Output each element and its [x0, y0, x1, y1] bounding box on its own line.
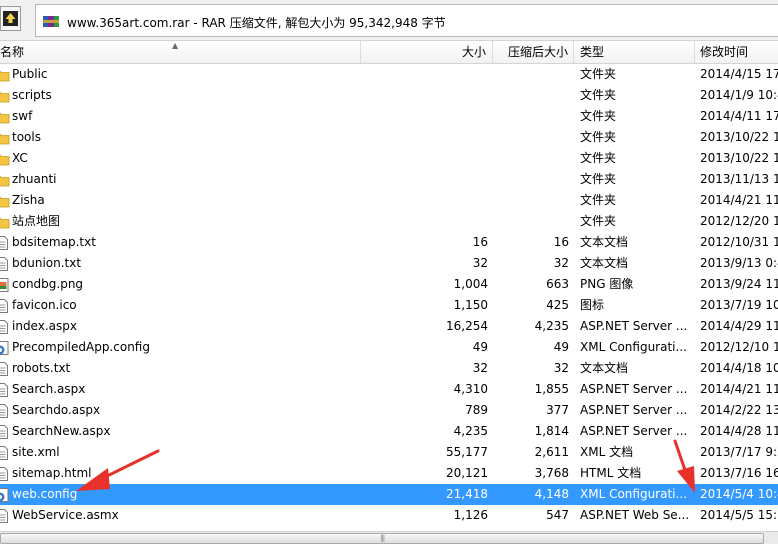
annotation-layer: [76, 439, 695, 493]
annotation-arrow-right: [673, 439, 695, 493]
annotation-arrow-left: [76, 449, 160, 491]
